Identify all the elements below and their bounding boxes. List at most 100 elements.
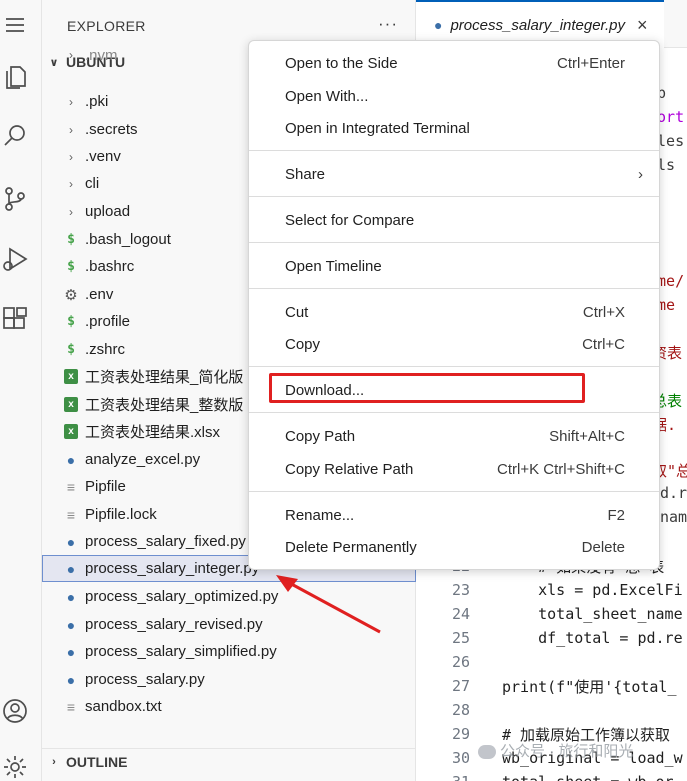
menu-item-copy-relative-path[interactable]: Copy Relative Path Ctrl+K Ctrl+Shift+C — [249, 454, 661, 484]
tree-item-label: process_salary_simplified.py — [85, 643, 277, 660]
menu-item-open-to-side[interactable]: Open to the Side Ctrl+Enter — [249, 48, 661, 78]
python-icon: ● — [66, 643, 76, 660]
menu-item-shortcut: Shift+Alt+C — [549, 427, 625, 445]
search-icon[interactable] — [0, 118, 30, 152]
code-line: 28 — [416, 698, 687, 722]
tree-item-label: .bash_logout — [85, 231, 171, 248]
tree-item-label: process_salary_revised.py — [85, 616, 263, 633]
tree-item-label: process_salary.py — [85, 671, 205, 688]
extensions-icon[interactable] — [0, 302, 30, 336]
menu-item-delete-permanently[interactable]: Delete Permanently Delete — [249, 532, 661, 562]
menu-item-shortcut: Ctrl+K Ctrl+Shift+C — [497, 460, 625, 478]
code-fragment: d.re — [660, 484, 687, 502]
chevron-right-icon: › — [69, 48, 73, 62]
gear-icon: ⚙ — [64, 286, 78, 304]
account-icon[interactable] — [0, 694, 30, 728]
file-icon: ≡ — [66, 478, 76, 495]
menu-item-copy-path[interactable]: Copy Path Shift+Alt+C — [249, 421, 661, 451]
menu-item-label: Cut — [285, 303, 309, 321]
python-icon: ● — [66, 588, 76, 605]
menu-item-share[interactable]: Share › — [249, 159, 661, 189]
menu-separator — [249, 196, 659, 197]
annotation-highlight-box — [269, 373, 585, 403]
python-icon: ● — [66, 533, 76, 550]
menu-item-shortcut: Ctrl+X — [582, 303, 625, 321]
chevron-right-icon: › — [69, 176, 73, 191]
watermark-text: 公众号 · 旅行和阳光 — [500, 743, 634, 760]
watermark: 公众号 · 旅行和阳光 — [478, 740, 633, 761]
menu-item-label: Rename... — [285, 506, 355, 524]
file-icon: ≡ — [66, 506, 76, 523]
explorer-title: EXPLORER — [67, 18, 146, 34]
excel-icon: x — [64, 424, 78, 439]
chevron-right-icon: › — [69, 94, 73, 109]
files-icon[interactable] — [0, 60, 30, 94]
menu-item-open-in-terminal[interactable]: Open in Integrated Terminal — [249, 113, 661, 143]
code-line: 24 total_sheet_name — [416, 602, 687, 626]
menu-item-cut[interactable]: Cut Ctrl+X — [249, 297, 661, 327]
settings-gear-icon[interactable] — [0, 750, 30, 781]
menu-item-open-timeline[interactable]: Open Timeline — [249, 251, 661, 281]
tab-label: process_salary_integer.py — [450, 16, 626, 34]
line-number: 23 — [451, 581, 470, 599]
shell-icon: $ — [67, 259, 75, 274]
tree-item-process-salary[interactable]: ● process_salary.py — [42, 666, 416, 693]
excel-icon: x — [64, 397, 78, 412]
source-control-icon[interactable] — [0, 182, 30, 216]
outline-header[interactable]: › OUTLINE — [42, 748, 416, 774]
menu-item-shortcut: Ctrl+Enter — [557, 54, 625, 72]
chevron-right-icon: › — [69, 122, 73, 137]
menu-item-label: Share — [285, 165, 326, 183]
line-number: 30 — [451, 749, 470, 767]
tree-item-label: .profile — [85, 313, 131, 330]
line-number: 27 — [451, 677, 470, 695]
menu-item-label: Copy — [285, 335, 321, 353]
context-menu: Open to the Side Ctrl+Enter Open With...… — [248, 40, 660, 570]
menu-item-shortcut: Delete — [581, 538, 625, 556]
chevron-right-icon: › — [638, 165, 643, 183]
menu-item-label: Copy Path — [285, 427, 356, 445]
menu-item-select-for-compare[interactable]: Select for Compare — [249, 205, 661, 235]
tree-item-label: cli — [85, 175, 100, 192]
shell-icon: $ — [67, 342, 75, 357]
tree-item-label: analyze_excel.py — [85, 451, 201, 468]
python-icon: ● — [66, 451, 76, 468]
menu-item-label: Open to the Side — [285, 54, 398, 72]
menu-item-open-with[interactable]: Open With... — [249, 81, 661, 111]
line-text: total_sheet = wb_or — [502, 773, 674, 781]
run-debug-icon[interactable] — [0, 242, 30, 276]
menu-separator — [249, 150, 659, 151]
tree-item-label: 工资表处理结果_简化版 — [85, 369, 244, 386]
python-icon: ● — [66, 560, 76, 577]
excel-icon: x — [64, 369, 78, 384]
menu-item-label: Delete Permanently — [285, 538, 417, 556]
close-icon[interactable]: × — [637, 15, 648, 36]
tree-item-label: process_salary_fixed.py — [85, 533, 246, 550]
tree-item-sandbox[interactable]: ≡ sandbox.txt — [42, 693, 416, 720]
chevron-right-icon: › — [52, 755, 56, 768]
menu-separator — [249, 412, 659, 413]
code-line: 26 — [416, 650, 687, 674]
menu-item-copy[interactable]: Copy Ctrl+C — [249, 329, 661, 359]
tree-item-label: .venv — [85, 148, 121, 165]
tree-item-process-salary-simplified[interactable]: ● process_salary_simplified.py — [42, 638, 416, 665]
tree-item-label: Pipfile — [85, 478, 126, 495]
line-text: df_total = pd.re — [502, 629, 683, 647]
tree-item-label: upload — [85, 203, 131, 220]
line-number: 24 — [451, 605, 470, 623]
line-number: 29 — [451, 725, 470, 743]
menu-separator — [249, 491, 659, 492]
line-number: 28 — [451, 701, 470, 719]
code-line: 27 print(f"使用'{total_ — [416, 674, 687, 698]
menu-separator — [249, 288, 659, 289]
more-actions-icon[interactable]: ··· — [378, 14, 398, 34]
menu-separator — [249, 242, 659, 243]
menu-item-label: Open in Integrated Terminal — [285, 119, 470, 137]
tree-item-label: sandbox.txt — [85, 698, 162, 715]
line-number: 26 — [451, 653, 470, 671]
annotation-arrow — [276, 575, 381, 634]
python-icon: ● — [66, 671, 76, 688]
outline-label: OUTLINE — [66, 753, 128, 770]
menu-icon[interactable] — [0, 8, 30, 42]
menu-item-rename[interactable]: Rename... F2 — [249, 500, 661, 530]
